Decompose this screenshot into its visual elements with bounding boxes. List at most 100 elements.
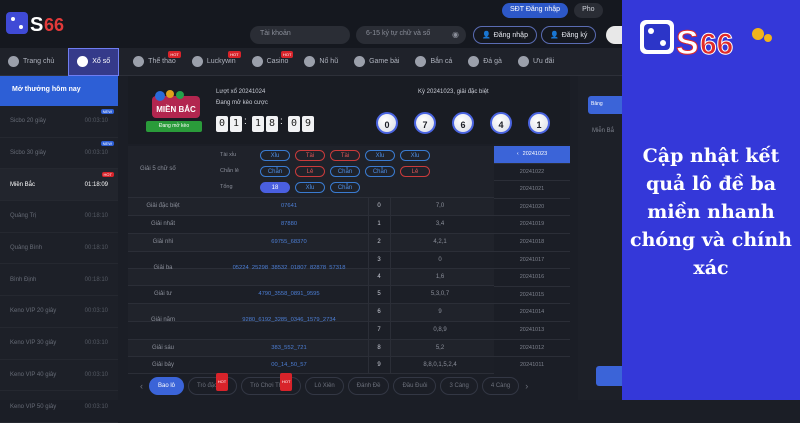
history-date[interactable]: 20241013 bbox=[494, 322, 570, 340]
bet-tab[interactable]: Bao lô bbox=[149, 377, 185, 395]
nav-item-icon bbox=[304, 56, 316, 67]
sidebar-item-name: Keno VIP 30 giây bbox=[10, 340, 57, 347]
svg-text:S: S bbox=[676, 24, 699, 62]
nav-item-label: Bắn cá bbox=[430, 58, 453, 65]
prize-name: Giải bảy bbox=[151, 362, 174, 368]
nav-item-icon bbox=[517, 56, 529, 67]
summary-chip: Tài bbox=[330, 150, 360, 161]
column-separator bbox=[368, 198, 369, 374]
eye-icon[interactable]: ◉ bbox=[452, 30, 459, 39]
prize-row: Giải bảy 00_14_50_57 9 8,8,0,1,5,2,4 bbox=[128, 357, 494, 374]
right-panel-button[interactable]: Bảng bbox=[588, 96, 622, 114]
history-date-label: 20241020 bbox=[519, 203, 545, 210]
sidebar-item[interactable]: Bình Định 00:18:10 bbox=[0, 264, 118, 297]
bet-tab[interactable]: Trò Chơi Thú Vị HOT bbox=[241, 373, 302, 395]
countdown-digit: 0 bbox=[288, 116, 300, 132]
sidebar-item-name: Miền Bắc bbox=[10, 181, 36, 188]
bet-tab[interactable]: Trò đặc sắc HOT bbox=[188, 373, 238, 395]
open-bet-button[interactable]: Đang mở kèo bbox=[146, 121, 202, 132]
register-button[interactable]: 👤 Đăng ký bbox=[541, 26, 597, 44]
summary-chip: Chẵn bbox=[330, 166, 360, 177]
nav-item-icon bbox=[354, 56, 366, 67]
bet-tab[interactable]: 4 Càng bbox=[481, 377, 520, 395]
prize-head: 6 bbox=[377, 309, 381, 315]
hot-badge: HOT bbox=[168, 50, 181, 58]
bet-tab-label: Lô Xiên bbox=[314, 383, 335, 389]
nav-item-4[interactable]: Casino HOT bbox=[244, 48, 297, 76]
prize-head: 5 bbox=[377, 291, 381, 297]
user-icon: 👤 bbox=[482, 32, 491, 39]
bet-tab[interactable]: Đầu Đuôi bbox=[393, 377, 437, 395]
summary-chip: Xỉu bbox=[295, 182, 325, 193]
sidebar-item[interactable]: Keno VIP 30 giây 00:03:10 bbox=[0, 328, 118, 360]
bet-tab[interactable]: 3 Càng bbox=[440, 377, 478, 395]
chevron-right-icon[interactable]: › bbox=[525, 381, 528, 391]
sidebar-item[interactable]: Quảng Bình 00:18:10 bbox=[0, 233, 118, 265]
history-date[interactable]: 20241022 bbox=[494, 164, 570, 182]
history-date-label: 20241021 bbox=[519, 186, 545, 193]
phone-login-tab[interactable]: SĐT Đăng nhập bbox=[502, 3, 569, 18]
prize-name: Giải nhất bbox=[150, 221, 175, 227]
site-logo[interactable]: S 66 bbox=[4, 8, 94, 40]
password-input[interactable]: 6-15 ký tự chữ và số bbox=[356, 26, 466, 44]
hot-badge: HOT bbox=[101, 172, 114, 178]
nav-item-6[interactable]: Game bài bbox=[346, 48, 407, 76]
nav-item-0[interactable]: Trang chủ bbox=[0, 48, 62, 76]
result-ball: 7 bbox=[414, 112, 436, 134]
sidebar-item-time: 00:03:10 bbox=[84, 403, 108, 410]
main-nav: Trang chủ Xổ số Thể thao HOT Luckywin HOT Casi… bbox=[0, 47, 622, 76]
sidebar-item[interactable]: Miền Bắc 01:18:09 HOT bbox=[0, 169, 118, 202]
account-input[interactable]: Tài khoản bbox=[250, 26, 350, 44]
prize-head: 2 bbox=[377, 239, 381, 245]
history-date[interactable]: 20241015 bbox=[494, 287, 570, 305]
sidebar-item[interactable]: Sicbo 20 giây 00:03:10 NEW bbox=[0, 106, 118, 138]
nav-item-2[interactable]: Thể thao HOT bbox=[125, 48, 184, 76]
history-date[interactable]: 20241014 bbox=[494, 304, 570, 322]
nav-item-label: Đá gà bbox=[483, 58, 502, 65]
history-date[interactable]: ‹ 20241023 bbox=[494, 146, 570, 164]
sidebar-item[interactable]: Keno VIP 20 giây 00:03:10 bbox=[0, 296, 118, 328]
nav-item-3[interactable]: Luckywin HOT bbox=[184, 48, 244, 76]
sidebar-item-time: 00:03:10 bbox=[84, 118, 108, 125]
svg-text:66: 66 bbox=[44, 15, 64, 35]
history-date[interactable]: 20241018 bbox=[494, 234, 570, 252]
prize-row: Giải sáu 383_552_721 8 5,2 bbox=[128, 340, 494, 357]
history-date[interactable]: 20241019 bbox=[494, 216, 570, 234]
login-button[interactable]: 👤 Đăng nhập bbox=[473, 26, 537, 44]
chevron-left-icon[interactable]: ‹ bbox=[140, 381, 143, 391]
other-login-tab[interactable]: Pho bbox=[574, 3, 603, 18]
prize-head: 9 bbox=[377, 362, 381, 368]
sidebar-item[interactable]: Sicbo 30 giây 00:03:10 NEW bbox=[0, 138, 118, 170]
bet-tab[interactable]: Đánh Đề bbox=[347, 377, 390, 395]
nav-item-5[interactable]: Nổ hũ bbox=[296, 48, 346, 76]
sidebar-item-name: Quảng Trị bbox=[10, 213, 37, 220]
history-date[interactable]: 20241017 bbox=[494, 252, 570, 270]
history-date[interactable]: 20241016 bbox=[494, 269, 570, 287]
sidebar-item[interactable]: Keno VIP 40 giây 00:03:10 bbox=[0, 360, 118, 392]
browser-icon[interactable] bbox=[606, 26, 622, 44]
history-date-label: 20241015 bbox=[519, 291, 545, 298]
right-panel-action[interactable] bbox=[596, 366, 622, 386]
sidebar-item[interactable]: Quảng Trị 00:18:10 bbox=[0, 201, 118, 233]
history-date[interactable]: 20241012 bbox=[494, 340, 570, 358]
summary-chip: Tài bbox=[295, 150, 325, 161]
prize-tail: 9 bbox=[438, 309, 442, 315]
history-date[interactable]: 20241021 bbox=[494, 181, 570, 199]
history-date[interactable]: 20241011 bbox=[494, 357, 570, 375]
sidebar-item[interactable]: Keno VIP 50 giây 00:03:10 bbox=[0, 391, 118, 423]
nav-item-9[interactable]: Ưu đãi bbox=[510, 48, 562, 76]
colon-separator: : bbox=[280, 116, 283, 127]
sidebar-item-name: Sicbo 30 giây bbox=[10, 150, 47, 157]
sidebar-item-time: 00:18:10 bbox=[84, 245, 108, 252]
prize-tail: 5,2 bbox=[435, 345, 445, 351]
colon-separator: : bbox=[244, 116, 247, 127]
sidebar-item-name: Keno VIP 50 giây bbox=[10, 403, 57, 410]
bet-tab[interactable]: Lô Xiên bbox=[305, 377, 344, 395]
nav-item-1[interactable]: Xổ số bbox=[68, 47, 120, 76]
result-ball: 0 bbox=[376, 112, 398, 134]
history-date[interactable]: 20241020 bbox=[494, 199, 570, 217]
nav-item-8[interactable]: Đá gà bbox=[460, 48, 510, 76]
hot-badge: HOT bbox=[280, 50, 294, 58]
nav-item-7[interactable]: Bắn cá bbox=[407, 48, 460, 76]
prize-head: 1 bbox=[377, 221, 381, 227]
